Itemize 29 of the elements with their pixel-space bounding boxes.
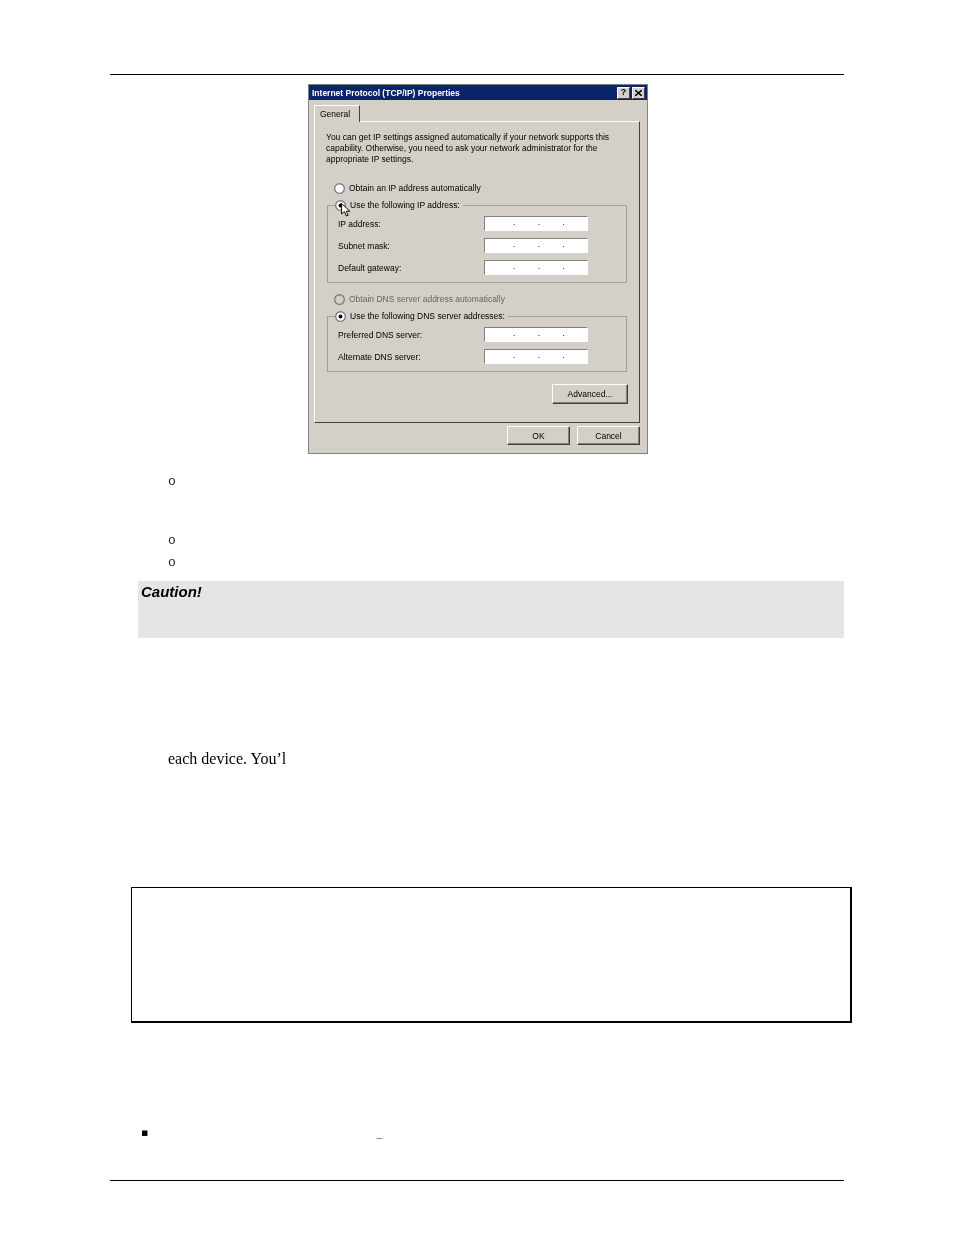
list-bullet: o — [168, 475, 176, 489]
caution-heading: Caution! — [141, 583, 202, 600]
dialog-button[interactable]: Cancel — [577, 426, 640, 445]
help-button[interactable]: ? — [617, 86, 630, 99]
body-text: each device. You’l — [168, 750, 287, 768]
field-label: Default gateway: — [338, 262, 403, 273]
advanced-button[interactable]: Advanced... — [552, 384, 628, 404]
close-button[interactable] — [632, 86, 645, 99]
dialog-button[interactable]: OK — [507, 426, 570, 445]
list-bullet: o — [168, 534, 176, 548]
address-field[interactable]: . . . — [484, 327, 588, 342]
mouse-pointer-icon — [341, 203, 351, 217]
close-icon — [635, 89, 642, 96]
address-field[interactable]: . . . — [484, 238, 588, 253]
radio-option[interactable]: Use the following DNS server addresses: — [335, 310, 505, 322]
list-bullet: ▪ — [141, 1127, 149, 1139]
address-field[interactable]: . . . — [484, 216, 588, 231]
address-field[interactable]: . . . — [484, 349, 588, 364]
field-label: Alternate DNS server: — [338, 351, 422, 362]
intro-text: You can get IP settings assigned automatically if your network supports this capability. Otherwise, you need to ask your network administrator for the appropriate IP settings. — [326, 132, 611, 165]
address-field[interactable]: . . . — [484, 260, 588, 275]
text-fragment: _ — [376, 1127, 383, 1139]
field-label: Subnet mask: — [338, 240, 391, 251]
tab[interactable]: General — [314, 105, 360, 122]
field-label: Preferred DNS server: — [338, 329, 424, 340]
field-label: IP address: — [338, 218, 382, 229]
window-title: Internet Protocol (TCP/IP) Properties — [312, 86, 461, 99]
list-bullet: o — [168, 556, 176, 570]
radio-option[interactable]: Obtain an IP address automatically — [334, 182, 481, 194]
